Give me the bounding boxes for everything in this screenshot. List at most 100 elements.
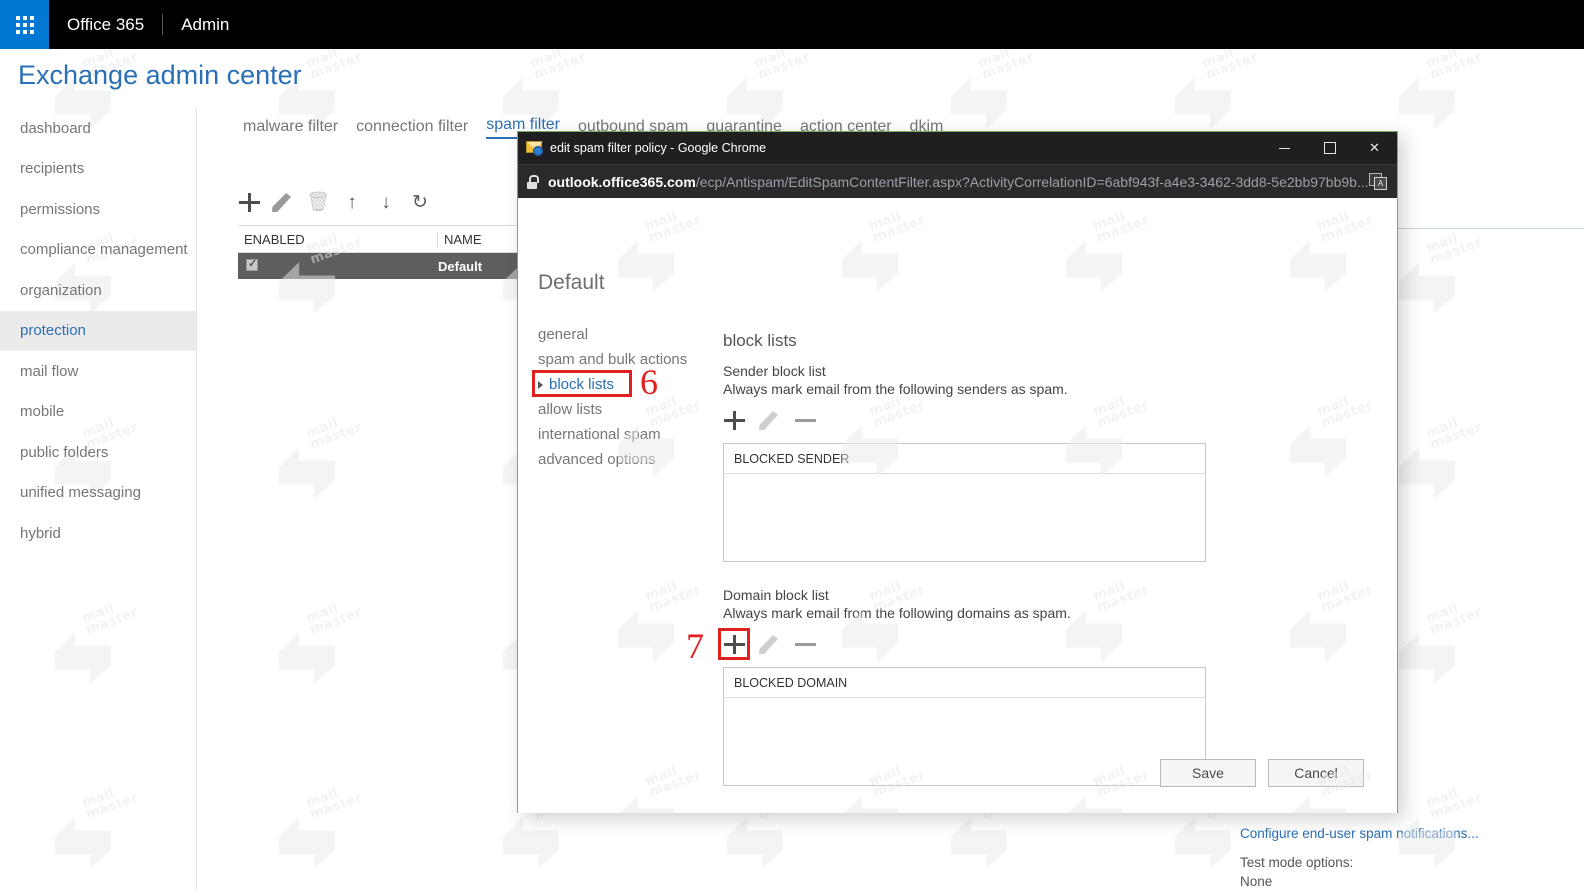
dialog-nav-label: allow lists [538,401,603,418]
watermark: mail master [951,46,1061,135]
watermark: mail master [618,579,728,668]
configure-spam-notifications-link[interactable]: Configure end-user spam notifications... [1240,824,1584,843]
cancel-button[interactable]: Cancel [1268,759,1364,787]
dialog-nav-label: block lists [549,376,615,393]
suite-brand[interactable]: Office 365 [49,0,162,49]
block-lists-pane: block lists Sender block list Always mar… [686,331,1323,786]
dialog-nav-allow-lists[interactable]: allow lists [538,397,718,422]
url-host: outlook.office365.com [548,173,696,190]
sender-block-list[interactable]: BLOCKED SENDER [723,443,1206,562]
sender-block-list-description: Always mark email from the following sen… [723,381,1068,397]
waffle-grid-icon[interactable] [0,0,49,49]
sidebar-item-protection[interactable]: protection [0,310,196,351]
watermark: mail master [618,209,728,298]
sidebar-item-label: hybrid [20,524,61,542]
suite-bar: Office 365 Admin [0,0,1584,49]
sidebar-item-label: protection [20,322,86,340]
sidebar-item-label: recipients [20,160,85,178]
background-divider [1390,228,1584,229]
close-icon[interactable]: ✕ [1352,132,1397,164]
list-toolbar: 🗑 ↑ ↓ ↻ [238,190,432,216]
blocked-sender-column-header: BLOCKED SENDER [724,444,1205,474]
sender-block-list-remove-button[interactable] [795,408,819,434]
maximize-icon[interactable] [1307,132,1352,164]
dialog-footer: Save Cancel [518,759,1397,787]
trash-icon[interactable]: 🗑 [306,190,330,216]
arrow-up-icon[interactable]: ↑ [340,190,364,216]
sidebar-item-label: dashboard [20,119,91,137]
sidebar-item-label: permissions [20,200,101,218]
watermark: mail master [842,209,952,298]
refresh-icon[interactable]: ↻ [408,190,432,216]
sidebar-item-dashboard[interactable]: dashboard [0,108,196,149]
watermark: mail master [279,416,389,505]
window-title: edit spam filter policy - Google Chrome [550,141,767,155]
watermark: mail master [1066,209,1176,298]
sender-block-list-toolbar [723,408,1323,434]
sidebar-item-unified-messaging[interactable]: unified messaging [0,473,196,514]
chrome-window: edit spam filter policy - Google Chrome … [517,131,1398,813]
sidebar-item-label: compliance management [20,241,188,259]
domain-block-list-label: Domain block list [723,587,829,603]
sidebar-item-organization[interactable]: organization [0,270,196,311]
suite-app-name[interactable]: Admin [163,0,247,49]
column-header-enabled: ENABLED [238,231,438,247]
sidebar-item-mail-flow[interactable]: mail flow [0,351,196,392]
sidebar-item-permissions[interactable]: permissions [0,189,196,230]
blocked-domain-column-header: BLOCKED DOMAIN [724,668,1205,698]
chrome-title-bar[interactable]: edit spam filter policy - Google Chrome … [518,132,1397,164]
tab-malware-filter[interactable]: malware filter [243,118,338,139]
sidebar-item-label: unified messaging [20,484,141,502]
watermark: mail master [1175,46,1285,135]
sender-block-list-edit-button[interactable] [759,408,783,434]
sidebar-item-label: public folders [20,443,109,461]
dialog-nav-block-lists[interactable]: block lists [538,372,718,397]
domain-block-list-toolbar: 7 [686,628,1323,664]
sidebar: dashboard recipients permissions compliance… [0,108,197,891]
url-text: outlook.office365.com/ecp/Antispam/EditS… [548,174,1369,190]
sidebar-item-label: organization [20,281,102,299]
dialog-nav-label: spam and bulk actions [538,351,688,368]
dialog-nav-spam-and-bulk-actions[interactable]: spam and bulk actions [538,347,718,372]
sidebar-item-compliance-management[interactable]: compliance management [0,230,196,271]
window-controls: ✕ [1262,132,1397,164]
domain-block-list-edit-button[interactable] [759,632,783,658]
blocked-sender-list-body[interactable] [724,474,1205,561]
sidebar-item-mobile[interactable]: mobile [0,392,196,433]
domain-block-list-add-button[interactable] [723,632,747,658]
arrow-down-icon[interactable]: ↓ [374,190,398,216]
tab-connection-filter[interactable]: connection filter [356,118,468,139]
dialog-nav-international-spam[interactable]: international spam [538,422,718,447]
test-mode-value: None [1240,874,1273,889]
domain-block-list-description: Always mark email from the following dom… [723,605,1071,621]
plus-icon[interactable] [238,190,262,216]
test-mode-label: Test mode options: [1240,855,1354,870]
watermark: mail master [279,601,389,690]
section-heading: block lists [723,331,797,350]
save-button[interactable]: Save [1160,759,1256,787]
dialog-nav-advanced-options[interactable]: advanced options [538,447,718,472]
pencil-icon[interactable] [272,190,296,216]
sidebar-item-hybrid[interactable]: hybrid [0,513,196,554]
translate-icon[interactable]: A [1369,172,1389,191]
row-enabled-checkbox[interactable] [238,257,438,274]
page-content: mail master mail master mail master mail ma… [518,198,1397,813]
dialog-nav-label: international spam [538,426,661,443]
annotation-number-6: 6 [640,362,658,402]
dialog-nav-label: general [538,326,589,343]
domain-block-list-remove-button[interactable] [795,632,819,658]
sidebar-item-public-folders[interactable]: public folders [0,432,196,473]
dialog-nav-general[interactable]: general [538,322,718,347]
watermark: mail master [1399,231,1509,320]
watermark: mail master [1290,209,1397,298]
dialog-nav: general spam and bulk actions block lists a… [538,322,718,472]
annotation-number-7: 7 [686,626,704,666]
sender-block-list-label: Sender block list [723,363,826,379]
sender-block-list-add-button[interactable] [723,408,747,434]
sidebar-item-label: mail flow [20,362,79,380]
minimize-icon[interactable] [1262,132,1307,164]
url-path: /ecp/Antispam/EditSpamContentFilter.aspx… [695,173,1369,190]
sidebar-item-recipients[interactable]: recipients [0,149,196,190]
lock-icon [526,174,539,189]
omnibox[interactable]: outlook.office365.com/ecp/Antispam/EditS… [518,164,1397,198]
